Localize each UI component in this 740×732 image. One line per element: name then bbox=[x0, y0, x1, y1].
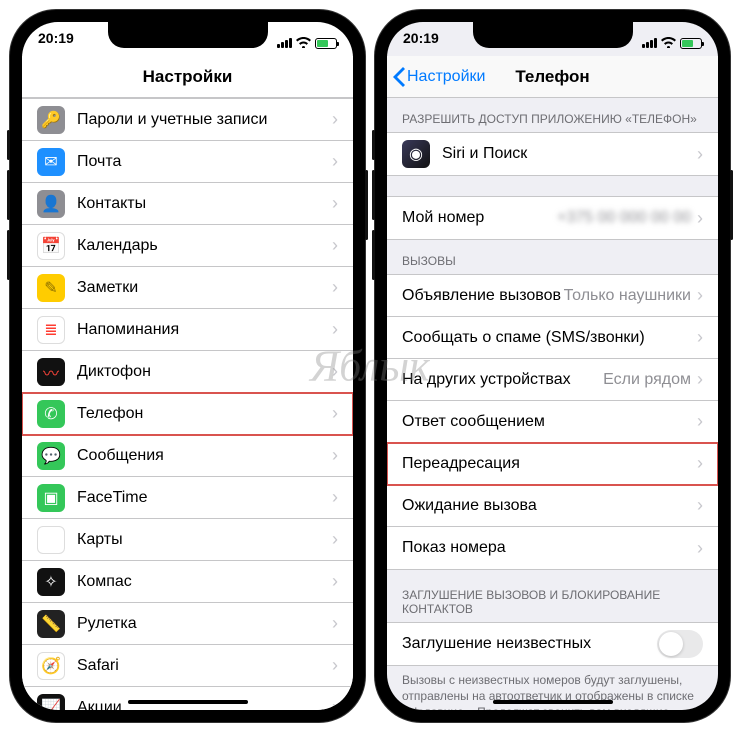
settings-row-3[interactable]: 📅Календарь› bbox=[22, 225, 353, 267]
home-indicator bbox=[493, 700, 613, 704]
row-siri-search[interactable]: ◉ Siri и Поиск › bbox=[387, 133, 718, 175]
settings-row-4[interactable]: ✎Заметки› bbox=[22, 267, 353, 309]
app-icon: 🗺 bbox=[37, 526, 65, 554]
chevron-right-icon: › bbox=[697, 538, 703, 559]
calls-row-1[interactable]: Сообщать о спаме (SMS/звонки)› bbox=[387, 317, 718, 359]
app-icon: ✧ bbox=[37, 568, 65, 596]
settings-row-1[interactable]: ✉Почта› bbox=[22, 141, 353, 183]
wifi-icon bbox=[296, 35, 311, 51]
settings-row-5[interactable]: ≣Напоминания› bbox=[22, 309, 353, 351]
chevron-right-icon: › bbox=[697, 453, 703, 474]
app-icon: ✎ bbox=[37, 274, 65, 302]
chevron-left-icon bbox=[393, 67, 405, 87]
notch bbox=[473, 22, 633, 48]
chevron-right-icon: › bbox=[697, 208, 703, 229]
chevron-right-icon: › bbox=[332, 613, 338, 634]
chevron-right-icon: › bbox=[332, 277, 338, 298]
notch bbox=[108, 22, 268, 48]
section-header-silence: ЗАГЛУШЕНИЕ ВЫЗОВОВ И БЛОКИРОВАНИЕ КОНТАК… bbox=[387, 570, 718, 622]
settings-row-7[interactable]: ✆Телефон› bbox=[22, 393, 353, 435]
chevron-right-icon: › bbox=[332, 151, 338, 172]
app-icon: ✉ bbox=[37, 148, 65, 176]
battery-icon bbox=[680, 38, 702, 49]
app-icon: 🧭 bbox=[37, 652, 65, 680]
chevron-right-icon: › bbox=[332, 235, 338, 256]
section-header-calls: ВЫЗОВЫ bbox=[387, 240, 718, 274]
chevron-right-icon: › bbox=[332, 487, 338, 508]
nav-title: Настройки bbox=[22, 67, 353, 87]
chevron-right-icon: › bbox=[332, 109, 338, 130]
row-silence-unknown[interactable]: Заглушение неизвестных bbox=[387, 623, 718, 665]
calls-row-2[interactable]: На других устройствахЕсли рядом› bbox=[387, 359, 718, 401]
battery-icon bbox=[315, 38, 337, 49]
calls-row-4[interactable]: Переадресация› bbox=[387, 443, 718, 485]
chevron-right-icon: › bbox=[697, 411, 703, 432]
settings-row-0[interactable]: 🔑Пароли и учетные записи› bbox=[22, 99, 353, 141]
chevron-right-icon: › bbox=[332, 403, 338, 424]
nav-bar: Настройки Телефон bbox=[387, 56, 718, 98]
chevron-right-icon: › bbox=[332, 361, 338, 382]
chevron-right-icon: › bbox=[332, 445, 338, 466]
iphone-right: 20:19 Настройки Телефон РАЗРЕШИТЬ ДОСТУП… bbox=[375, 10, 730, 722]
nav-bar: Настройки bbox=[22, 56, 353, 98]
chevron-right-icon: › bbox=[697, 144, 703, 165]
chevron-right-icon: › bbox=[332, 529, 338, 550]
app-icon: ▣ bbox=[37, 484, 65, 512]
calls-row-5[interactable]: Ожидание вызова› bbox=[387, 485, 718, 527]
status-time: 20:19 bbox=[38, 30, 74, 56]
my-number-value: +375 00 000 00 00 bbox=[557, 209, 691, 227]
chevron-right-icon: › bbox=[332, 655, 338, 676]
status-time: 20:19 bbox=[403, 30, 439, 56]
settings-row-14[interactable]: 📈Акции› bbox=[22, 687, 353, 710]
phone-settings-list[interactable]: РАЗРЕШИТЬ ДОСТУП ПРИЛОЖЕНИЮ «ТЕЛЕФОН» ◉ … bbox=[387, 98, 718, 710]
settings-row-11[interactable]: ✧Компас› bbox=[22, 561, 353, 603]
chevron-right-icon: › bbox=[332, 697, 338, 710]
siri-icon: ◉ bbox=[402, 140, 430, 168]
chevron-right-icon: › bbox=[697, 369, 703, 390]
settings-row-10[interactable]: 🗺Карты› bbox=[22, 519, 353, 561]
signal-icon bbox=[277, 38, 292, 48]
chevron-right-icon: › bbox=[697, 285, 703, 306]
chevron-right-icon: › bbox=[697, 495, 703, 516]
app-icon: 📅 bbox=[37, 232, 65, 260]
settings-row-12[interactable]: 📏Рулетка› bbox=[22, 603, 353, 645]
calls-row-3[interactable]: Ответ сообщением› bbox=[387, 401, 718, 443]
chevron-right-icon: › bbox=[697, 327, 703, 348]
app-icon: ≣ bbox=[37, 316, 65, 344]
chevron-right-icon: › bbox=[332, 571, 338, 592]
signal-icon bbox=[642, 38, 657, 48]
toggle-silence[interactable] bbox=[657, 630, 703, 658]
row-my-number[interactable]: Мой номер +375 00 000 00 00 › bbox=[387, 197, 718, 239]
iphone-left: 20:19 Настройки 🔑Пароли и учетные записи… bbox=[10, 10, 365, 722]
settings-row-9[interactable]: ▣FaceTime› bbox=[22, 477, 353, 519]
app-icon: ✆ bbox=[37, 400, 65, 428]
section-header-access: РАЗРЕШИТЬ ДОСТУП ПРИЛОЖЕНИЮ «ТЕЛЕФОН» bbox=[387, 98, 718, 132]
app-icon: 📈 bbox=[37, 694, 65, 711]
back-button[interactable]: Настройки bbox=[393, 67, 485, 87]
chevron-right-icon: › bbox=[332, 319, 338, 340]
chevron-right-icon: › bbox=[332, 193, 338, 214]
settings-row-13[interactable]: 🧭Safari› bbox=[22, 645, 353, 687]
app-icon: 📏 bbox=[37, 610, 65, 638]
calls-row-6[interactable]: Показ номера› bbox=[387, 527, 718, 569]
app-icon: 💬 bbox=[37, 442, 65, 470]
settings-row-2[interactable]: 👤Контакты› bbox=[22, 183, 353, 225]
settings-row-6[interactable]: 〰Диктофон› bbox=[22, 351, 353, 393]
settings-row-8[interactable]: 💬Сообщения› bbox=[22, 435, 353, 477]
wifi-icon bbox=[661, 35, 676, 51]
settings-list[interactable]: 🔑Пароли и учетные записи›✉Почта›👤Контакт… bbox=[22, 98, 353, 710]
app-icon: 👤 bbox=[37, 190, 65, 218]
home-indicator bbox=[128, 700, 248, 704]
calls-row-0[interactable]: Объявление вызововТолько наушники› bbox=[387, 275, 718, 317]
app-icon: 〰 bbox=[37, 358, 65, 386]
app-icon: 🔑 bbox=[37, 106, 65, 134]
